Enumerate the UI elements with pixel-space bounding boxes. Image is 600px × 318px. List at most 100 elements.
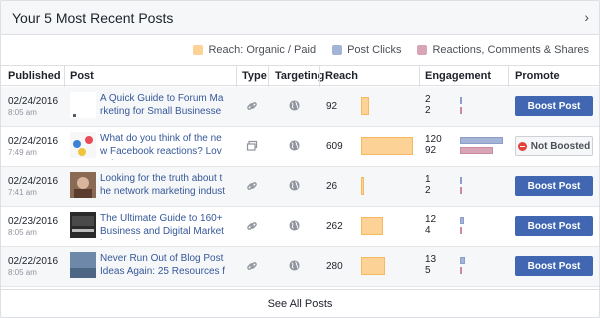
recent-posts-panel: Your 5 Most Recent Posts › Reach: Organi… xyxy=(0,0,600,318)
globe-icon xyxy=(289,180,300,191)
album-icon xyxy=(246,140,258,151)
reactions-bar xyxy=(460,107,462,114)
post-thumbnail[interactable] xyxy=(70,132,96,158)
column-divider xyxy=(236,66,237,87)
boost-post-button[interactable]: Boost Post xyxy=(515,256,593,276)
globe-icon xyxy=(289,220,300,231)
reach-swatch xyxy=(193,45,204,55)
see-all-posts-link[interactable]: See All Posts xyxy=(268,298,333,310)
engagement-values: 13 5 xyxy=(425,254,436,276)
reactions-value: 2 xyxy=(425,105,431,116)
boost-post-button[interactable]: Boost Post xyxy=(515,216,593,236)
globe-icon xyxy=(289,260,300,271)
published-date: 02/23/2016 xyxy=(8,216,59,227)
globe-icon xyxy=(289,140,300,151)
chevron-right-icon[interactable]: › xyxy=(584,9,589,25)
published-time: 7:49 am xyxy=(8,148,37,157)
post-thumbnail[interactable] xyxy=(70,92,96,118)
legend-item-clicks: Post Clicks xyxy=(332,44,401,56)
not-boosted-icon xyxy=(517,141,527,151)
column-header-targeting: Targeting xyxy=(275,70,325,82)
post-clicks-value: 120 xyxy=(425,134,442,145)
legend: Reach: Organic / Paid Post Clicks Reacti… xyxy=(177,43,589,57)
column-divider xyxy=(508,66,509,87)
column-divider xyxy=(64,66,65,87)
legend-label: Reactions, Comments & Shares xyxy=(432,44,589,56)
published-date: 02/24/2016 xyxy=(8,176,59,187)
clicks-swatch xyxy=(332,45,343,55)
reach-bar xyxy=(361,97,369,115)
published-time: 7:41 am xyxy=(8,188,37,197)
column-divider xyxy=(319,66,320,87)
table-row: 02/22/2016 8:05 am Never Run Out of Blog… xyxy=(1,247,599,287)
post-clicks-value: 13 xyxy=(425,254,437,265)
reactions-value: 4 xyxy=(425,225,431,236)
post-thumbnail[interactable] xyxy=(70,252,96,278)
table-row: 02/24/2016 8:05 am A Quick Guide to Foru… xyxy=(1,87,599,127)
table-row: 02/24/2016 7:49 am What do you think of … xyxy=(1,127,599,167)
globe-icon xyxy=(289,100,300,111)
column-header-published: Published xyxy=(8,70,61,82)
post-clicks-value: 2 xyxy=(425,94,431,105)
column-divider xyxy=(268,66,269,87)
engagement-values: 12 4 xyxy=(425,214,436,236)
published-date: 02/22/2016 xyxy=(8,256,59,267)
link-icon xyxy=(247,222,257,230)
table-header: Published Post Type Targeting Reach Enga… xyxy=(1,65,599,87)
post-thumbnail[interactable] xyxy=(70,172,96,198)
reach-value: 280 xyxy=(326,261,343,272)
panel-title: Your 5 Most Recent Posts xyxy=(12,10,174,26)
post-title-link[interactable]: A Quick Guide to Forum Marketing for Sma… xyxy=(100,92,226,120)
post-title-link[interactable]: Never Run Out of Blog Post Ideas Again: … xyxy=(100,252,226,280)
panel-footer: See All Posts xyxy=(1,289,599,317)
reach-bar xyxy=(361,137,413,155)
reach-value: 92 xyxy=(326,101,338,112)
reactions-bar xyxy=(460,267,462,274)
table-row: 02/24/2016 7:41 am Looking for the truth… xyxy=(1,167,599,207)
reactions-value: 2 xyxy=(425,185,431,196)
published-date: 02/24/2016 xyxy=(8,96,59,107)
reach-value: 262 xyxy=(326,221,343,232)
published-time: 8:05 am xyxy=(8,228,37,237)
link-icon xyxy=(247,262,257,270)
post-clicks-bar xyxy=(460,177,462,184)
link-icon xyxy=(247,182,257,190)
reach-value: 26 xyxy=(326,181,338,192)
post-clicks-value: 12 xyxy=(425,214,437,225)
legend-item-reactions: Reactions, Comments & Shares xyxy=(417,44,589,56)
reach-bar xyxy=(361,257,385,275)
link-icon xyxy=(247,102,257,110)
post-title-link[interactable]: Looking for the truth about the network … xyxy=(100,172,226,200)
reactions-bar xyxy=(460,227,462,234)
boost-post-button[interactable]: Boost Post xyxy=(515,176,593,196)
legend-label: Reach: Organic / Paid xyxy=(208,44,317,56)
engagement-values: 2 2 xyxy=(425,94,431,116)
post-title-link[interactable]: The Ultimate Guide to 160+ Business and … xyxy=(100,212,226,240)
table-row: 02/23/2016 8:05 am The Ultimate Guide to… xyxy=(1,207,599,247)
post-clicks-bar xyxy=(460,217,464,224)
boost-post-button[interactable]: Boost Post xyxy=(515,96,593,116)
published-date: 02/24/2016 xyxy=(8,136,59,147)
reactions-value: 5 xyxy=(425,265,431,276)
engagement-values: 120 92 xyxy=(425,134,442,156)
column-header-type: Type xyxy=(242,70,267,82)
reach-bar xyxy=(361,217,383,235)
column-header-post: Post xyxy=(70,70,94,82)
post-thumbnail[interactable] xyxy=(70,212,96,238)
reach-value: 609 xyxy=(326,141,343,152)
post-clicks-bar xyxy=(460,97,462,104)
legend-item-reach: Reach: Organic / Paid xyxy=(193,44,316,56)
published-time: 8:05 am xyxy=(8,108,37,117)
not-boosted-label: Not Boosted xyxy=(530,140,591,152)
column-header-promote: Promote xyxy=(515,70,560,82)
legend-label: Post Clicks xyxy=(347,44,402,56)
not-boosted-button[interactable]: Not Boosted xyxy=(515,136,593,156)
reactions-swatch xyxy=(417,45,428,55)
column-header-engagement: Engagement xyxy=(425,70,492,82)
engagement-values: 1 2 xyxy=(425,174,431,196)
post-title-link[interactable]: What do you think of the new Facebook re… xyxy=(100,132,226,160)
post-clicks-bar xyxy=(460,137,503,144)
panel-header[interactable]: Your 5 Most Recent Posts › xyxy=(1,1,599,35)
reactions-value: 92 xyxy=(425,145,437,156)
column-divider xyxy=(419,66,420,87)
